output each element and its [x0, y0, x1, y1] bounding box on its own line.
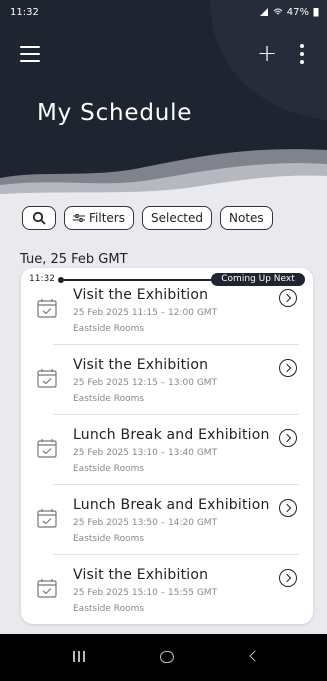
system-nav-bar — [0, 634, 327, 681]
session-title: Lunch Break and Exhibition — [73, 427, 270, 443]
divider — [53, 554, 299, 555]
chevron-right-circle-icon[interactable] — [279, 429, 297, 447]
session-item[interactable]: Lunch Break and Exhibition 25 Feb 2025 1… — [21, 416, 313, 484]
session-item[interactable]: Visit the Exhibition 25 Feb 2025 15:10 –… — [21, 556, 313, 624]
battery-percent: 47% — [286, 6, 309, 18]
session-title: Visit the Exhibition — [73, 287, 209, 303]
filters-label: Filters — [89, 211, 125, 225]
session-location: Eastside Rooms — [73, 324, 145, 334]
selected-button[interactable]: Selected — [141, 206, 213, 230]
session-title: Lunch Break and Exhibition — [73, 497, 270, 513]
search-button[interactable] — [22, 206, 56, 230]
search-icon — [32, 211, 46, 225]
app-bar: + — [0, 40, 327, 68]
chevron-right-circle-icon[interactable] — [279, 359, 297, 377]
header-wave-decoration — [0, 0, 327, 198]
dot — [300, 60, 304, 64]
session-title: Visit the Exhibition — [73, 357, 209, 373]
session-location: Eastside Rooms — [73, 464, 145, 474]
session-time: 25 Feb 2025 13:10 – 13:40 GMT — [73, 448, 218, 458]
session-location: Eastside Rooms — [73, 394, 145, 404]
session-time: 25 Feb 2025 12:15 – 13:00 GMT — [73, 378, 218, 388]
home-button[interactable] — [152, 644, 182, 670]
divider — [53, 414, 299, 415]
battery-icon — [313, 8, 319, 17]
filters-button[interactable]: Filters — [64, 206, 134, 230]
add-button[interactable]: + — [257, 40, 277, 66]
menu-button[interactable] — [20, 46, 40, 62]
hamburger-icon-bar — [20, 46, 40, 48]
home-icon — [160, 651, 174, 663]
calendar-check-icon — [37, 369, 57, 388]
selected-label: Selected — [150, 211, 204, 225]
hamburger-icon-bar — [20, 60, 40, 62]
calendar-check-icon — [37, 579, 57, 598]
header: 11:32 47% + My Schedule — [0, 0, 327, 198]
wifi-icon — [273, 8, 283, 15]
signal-icon — [259, 8, 268, 16]
session-time: 25 Feb 2025 11:15 – 12:00 GMT — [73, 308, 218, 318]
back-icon — [249, 650, 261, 662]
chevron-right-circle-icon[interactable] — [279, 289, 297, 307]
session-item[interactable]: Lunch Break and Exhibition 25 Feb 2025 1… — [21, 486, 313, 554]
recent-apps-icon — [83, 651, 85, 662]
back-button[interactable] — [240, 644, 270, 670]
page-title: My Schedule — [37, 100, 193, 126]
calendar-check-icon — [37, 509, 57, 528]
recent-apps-icon — [78, 651, 80, 662]
notes-button[interactable]: Notes — [220, 206, 273, 230]
calendar-check-icon — [37, 299, 57, 318]
status-bar: 11:32 47% — [0, 0, 327, 24]
divider — [53, 344, 299, 345]
notes-label: Notes — [229, 211, 264, 225]
divider — [53, 484, 299, 485]
recent-apps-icon — [73, 651, 75, 662]
status-icons: 47% — [259, 7, 319, 18]
session-time: 25 Feb 2025 13:50 – 14:20 GMT — [73, 518, 218, 528]
calendar-check-icon — [37, 439, 57, 458]
session-item[interactable]: Visit the Exhibition 25 Feb 2025 12:15 –… — [21, 346, 313, 414]
sliders-icon — [73, 214, 85, 222]
session-title: Visit the Exhibition — [73, 567, 209, 583]
session-location: Eastside Rooms — [73, 534, 145, 544]
chevron-right-circle-icon[interactable] — [279, 499, 297, 517]
session-time: 25 Feb 2025 15:10 – 15:55 GMT — [73, 588, 218, 598]
more-options-button[interactable] — [297, 44, 307, 64]
recent-apps-button[interactable] — [64, 644, 94, 670]
dot — [300, 44, 304, 48]
session-item[interactable]: Visit the Exhibition 25 Feb 2025 11:15 –… — [21, 276, 313, 344]
chevron-right-circle-icon[interactable] — [279, 569, 297, 587]
date-heading: Tue, 25 Feb GMT — [20, 252, 128, 267]
filter-toolbar: Filters Selected Notes — [22, 206, 273, 230]
dot — [300, 52, 304, 56]
status-time: 11:32 — [10, 6, 39, 18]
session-location: Eastside Rooms — [73, 604, 145, 614]
hamburger-icon-bar — [20, 53, 40, 55]
